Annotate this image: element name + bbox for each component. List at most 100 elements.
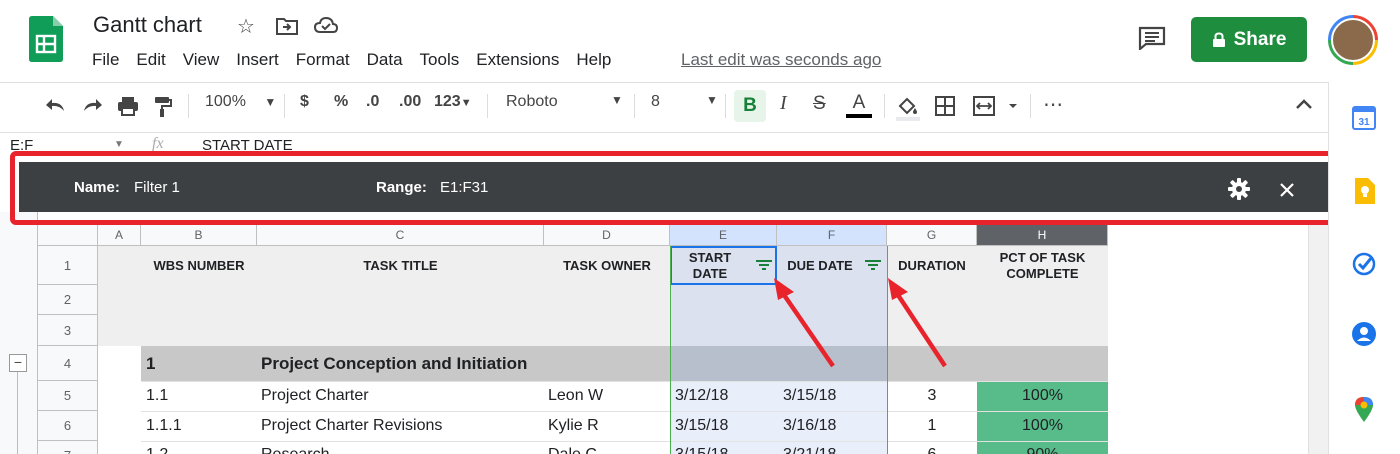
cell-duration[interactable]: 1 bbox=[887, 417, 977, 435]
merge-cells-icon[interactable] bbox=[973, 96, 1021, 116]
strikethrough-button[interactable]: S bbox=[813, 93, 826, 115]
redo-icon[interactable] bbox=[80, 96, 104, 114]
menu-help[interactable]: Help bbox=[576, 50, 611, 70]
font-select[interactable]: Roboto ▼ bbox=[506, 93, 623, 111]
menu-view[interactable]: View bbox=[183, 50, 220, 70]
header-pct-complete[interactable]: PCT OF TASK COMPLETE bbox=[977, 250, 1108, 282]
header-start-date-line1: START bbox=[688, 250, 732, 265]
print-icon[interactable] bbox=[117, 96, 139, 116]
cell-pct[interactable]: 90% bbox=[977, 446, 1108, 454]
collapse-group-button[interactable]: − bbox=[9, 354, 27, 372]
column-header-h[interactable]: H bbox=[977, 224, 1108, 246]
text-color-button[interactable]: A bbox=[846, 92, 872, 118]
vertical-scrollbar[interactable] bbox=[1308, 224, 1328, 454]
menu-extensions[interactable]: Extensions bbox=[476, 50, 559, 70]
cell-title[interactable]: Project Charter bbox=[261, 387, 369, 405]
cell-wbs[interactable]: 1.1.1 bbox=[146, 417, 182, 435]
column-header-e[interactable]: E bbox=[670, 224, 777, 246]
menu-file[interactable]: File bbox=[92, 50, 119, 70]
number-format-select[interactable]: 123▼ bbox=[434, 93, 472, 111]
zoom-select[interactable]: 100% ▼ bbox=[205, 93, 276, 111]
cell-due[interactable]: 3/15/18 bbox=[783, 387, 836, 405]
fill-color-icon[interactable] bbox=[896, 95, 920, 121]
cell-due[interactable]: 3/16/18 bbox=[783, 417, 836, 435]
group-gutter bbox=[0, 212, 38, 454]
column-header-b[interactable]: B bbox=[141, 224, 257, 246]
row-header-6[interactable]: 6 bbox=[38, 411, 98, 441]
menu-data[interactable]: Data bbox=[367, 50, 403, 70]
cell-title[interactable]: Research bbox=[261, 446, 329, 454]
column-header-g[interactable]: G bbox=[887, 224, 977, 246]
header-pct-line1: PCT OF TASK bbox=[999, 250, 1086, 265]
column-header-d[interactable]: D bbox=[544, 224, 670, 246]
decrease-decimal-button[interactable]: .0 bbox=[366, 93, 379, 111]
cell-due[interactable]: 3/21/18 bbox=[783, 446, 836, 454]
cell-title[interactable]: Project Charter Revisions bbox=[261, 417, 442, 435]
font-size-select[interactable]: 8 ▼ bbox=[651, 93, 718, 111]
menu-format[interactable]: Format bbox=[296, 50, 350, 70]
header-start-date[interactable]: START DATE bbox=[672, 250, 748, 282]
cell-owner[interactable]: Kylie R bbox=[548, 417, 599, 435]
cell-start[interactable]: 3/12/18 bbox=[675, 387, 728, 405]
borders-icon[interactable] bbox=[935, 96, 955, 116]
header-task-owner[interactable]: TASK OWNER bbox=[544, 258, 670, 273]
section-number[interactable]: 1 bbox=[146, 354, 155, 374]
chevron-up-icon[interactable] bbox=[1295, 98, 1313, 110]
row-header-7[interactable]: 7 bbox=[38, 441, 98, 454]
header-start-date-line2: DATE bbox=[692, 266, 728, 281]
cell-pct[interactable]: 100% bbox=[977, 417, 1108, 435]
paint-format-icon[interactable] bbox=[153, 96, 173, 118]
undo-icon[interactable] bbox=[44, 96, 68, 114]
row-header-2[interactable]: 2 bbox=[38, 285, 98, 315]
row-header-3[interactable]: 3 bbox=[38, 315, 98, 346]
header-task-title[interactable]: TASK TITLE bbox=[257, 258, 544, 273]
share-button[interactable]: Share bbox=[1191, 17, 1307, 62]
tasks-icon[interactable] bbox=[1352, 252, 1376, 276]
percent-format-button[interactable]: % bbox=[334, 93, 348, 111]
column-header-c[interactable]: C bbox=[257, 224, 544, 246]
calendar-icon[interactable]: 31 bbox=[1352, 106, 1376, 130]
last-edit-link[interactable]: Last edit was seconds ago bbox=[681, 50, 881, 70]
menu-tools[interactable]: Tools bbox=[420, 50, 460, 70]
header-wbs-number[interactable]: WBS NUMBER bbox=[141, 258, 257, 273]
cloud-icon[interactable] bbox=[314, 16, 338, 34]
maps-icon[interactable] bbox=[1354, 396, 1374, 422]
header-pct-line2: COMPLETE bbox=[1006, 266, 1079, 281]
column-header-a[interactable]: A bbox=[98, 224, 141, 246]
move-icon[interactable] bbox=[276, 16, 298, 36]
row-header-4[interactable]: 4 bbox=[38, 346, 98, 381]
cell-start[interactable]: 3/15/18 bbox=[675, 417, 728, 435]
star-icon[interactable]: ☆ bbox=[237, 14, 255, 39]
italic-button[interactable]: I bbox=[780, 92, 787, 115]
select-all-corner[interactable] bbox=[38, 224, 98, 246]
bold-button[interactable]: B bbox=[734, 90, 766, 122]
cell-wbs[interactable]: 1.1 bbox=[146, 387, 168, 405]
column-header-f[interactable]: F bbox=[777, 224, 887, 246]
row-header-1[interactable]: 1 bbox=[38, 246, 98, 285]
row-header-5[interactable]: 5 bbox=[38, 381, 98, 411]
document-title[interactable]: Gantt chart bbox=[93, 12, 202, 38]
cell-pct[interactable]: 100% bbox=[977, 387, 1108, 405]
more-options-button[interactable]: ⋯ bbox=[1043, 92, 1063, 117]
chevron-down-icon[interactable]: ▼ bbox=[114, 139, 124, 150]
menu-edit[interactable]: Edit bbox=[136, 50, 165, 70]
keep-icon[interactable] bbox=[1353, 178, 1375, 204]
cell-start[interactable]: 3/15/18 bbox=[675, 446, 728, 454]
cell-duration[interactable]: 3 bbox=[887, 387, 977, 405]
toolbar bbox=[0, 82, 1328, 132]
comment-icon[interactable] bbox=[1138, 26, 1166, 50]
currency-format-button[interactable]: $ bbox=[300, 93, 309, 111]
highlight-box bbox=[10, 151, 1340, 225]
lock-icon bbox=[1212, 31, 1225, 47]
menu-insert[interactable]: Insert bbox=[236, 50, 279, 70]
avatar[interactable] bbox=[1328, 15, 1378, 65]
cell-owner[interactable]: Dale C bbox=[548, 446, 597, 454]
section-title[interactable]: Project Conception and Initiation bbox=[261, 354, 527, 374]
contacts-icon[interactable] bbox=[1352, 322, 1376, 346]
cell-wbs[interactable]: 1.2 bbox=[146, 446, 168, 454]
increase-decimal-button[interactable]: .00 bbox=[399, 93, 421, 111]
sheets-logo[interactable] bbox=[29, 16, 63, 62]
cell-duration[interactable]: 6 bbox=[887, 446, 977, 454]
cell-owner[interactable]: Leon W bbox=[548, 387, 603, 405]
menu-bar: File Edit View Insert Format Data Tools … bbox=[92, 50, 628, 70]
